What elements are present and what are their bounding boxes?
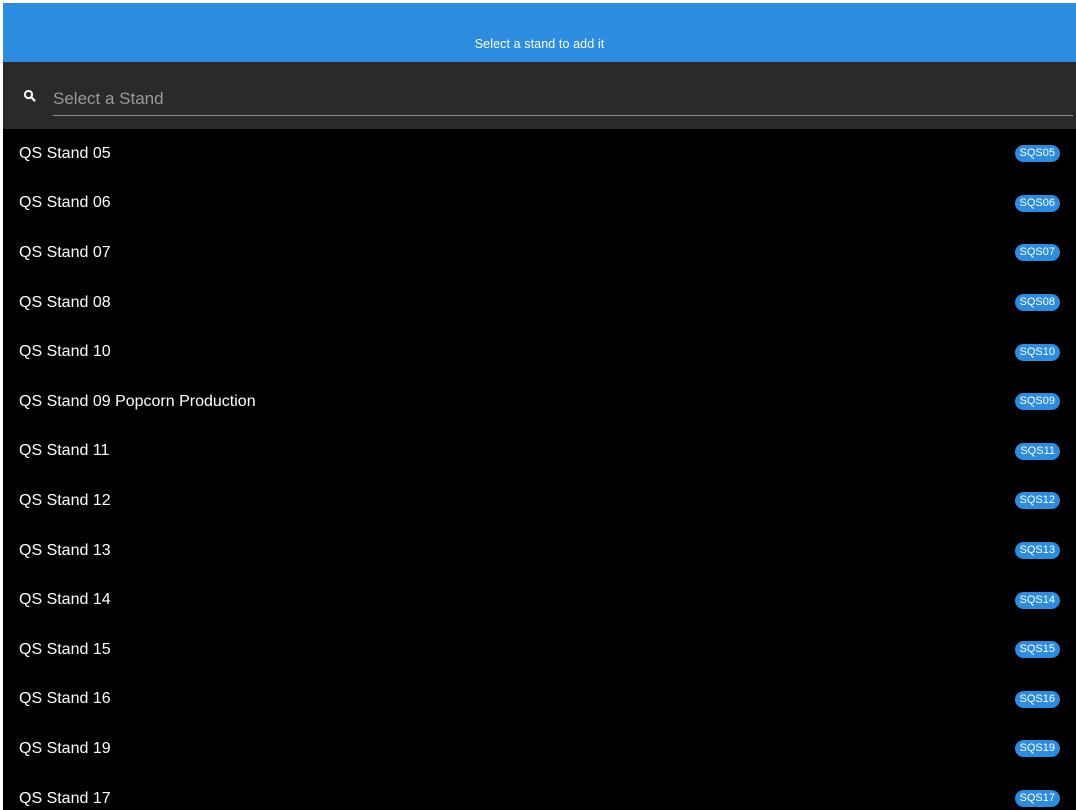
list-item[interactable]: QS Stand 09 Popcorn Production SQS09	[3, 377, 1076, 427]
app-frame: Select a stand to add it QS Stand 05 SQS…	[0, 0, 1076, 810]
stand-name: QS Stand 06	[19, 194, 111, 212]
list-item[interactable]: QS Stand 06 SQS06	[3, 179, 1076, 229]
search-icon	[23, 89, 37, 103]
stand-code-badge: SQS06	[1014, 194, 1060, 212]
stand-code-badge: SQS09	[1014, 393, 1060, 411]
list-item[interactable]: QS Stand 13 SQS13	[3, 526, 1076, 576]
stand-picker-screen: Select a stand to add it QS Stand 05 SQS…	[3, 3, 1076, 810]
stand-name: QS Stand 11	[19, 442, 110, 460]
list-item[interactable]: QS Stand 12 SQS12	[3, 476, 1076, 526]
stand-name: QS Stand 16	[19, 690, 111, 708]
header-title: Select a stand to add it	[474, 36, 605, 51]
stand-code-badge: SQS05	[1014, 145, 1060, 163]
stand-code-badge: SQS11	[1015, 442, 1060, 460]
stand-code-badge: SQS16	[1014, 690, 1060, 708]
list-item[interactable]: QS Stand 19 SQS19	[3, 724, 1076, 774]
list-item[interactable]: QS Stand 11 SQS11	[3, 427, 1076, 477]
stand-list: QS Stand 05 SQS05 QS Stand 06 SQS06 QS S…	[3, 129, 1076, 810]
stand-name: QS Stand 09 Popcorn Production	[19, 392, 256, 410]
stand-code-badge: SQS12	[1014, 492, 1060, 510]
list-item[interactable]: QS Stand 07 SQS07	[3, 228, 1076, 278]
stand-code-badge: SQS14	[1014, 591, 1060, 609]
stand-name: QS Stand 07	[19, 243, 111, 261]
stand-name: QS Stand 12	[19, 491, 111, 509]
stand-code-badge: SQS08	[1014, 294, 1060, 312]
list-item[interactable]: QS Stand 17 SQS17	[3, 774, 1076, 810]
stand-name: QS Stand 08	[19, 293, 111, 311]
stand-name: QS Stand 15	[19, 640, 111, 658]
stand-name: QS Stand 17	[19, 789, 111, 807]
stand-code-badge: SQS17	[1014, 790, 1060, 808]
stand-name: QS Stand 05	[19, 144, 111, 162]
stand-name: QS Stand 13	[19, 541, 111, 559]
stand-code-badge: SQS07	[1014, 244, 1060, 262]
list-item[interactable]: QS Stand 08 SQS08	[3, 278, 1076, 328]
list-item[interactable]: QS Stand 10 SQS10	[3, 327, 1076, 377]
stand-code-badge: SQS19	[1014, 740, 1060, 758]
stand-name: QS Stand 19	[19, 739, 111, 757]
list-item[interactable]: QS Stand 15 SQS15	[3, 625, 1076, 675]
stand-name: QS Stand 10	[19, 343, 111, 361]
search-bar	[3, 62, 1076, 129]
stand-code-badge: SQS15	[1014, 641, 1060, 659]
stand-code-badge: SQS10	[1014, 343, 1060, 361]
stand-name: QS Stand 14	[19, 591, 111, 609]
list-item[interactable]: QS Stand 14 SQS14	[3, 575, 1076, 625]
header-bar: Select a stand to add it	[3, 3, 1076, 62]
stand-code-badge: SQS13	[1014, 542, 1060, 560]
list-item[interactable]: QS Stand 05 SQS05	[3, 129, 1076, 179]
list-item[interactable]: QS Stand 16 SQS16	[3, 675, 1076, 725]
search-input[interactable]	[53, 82, 1073, 116]
